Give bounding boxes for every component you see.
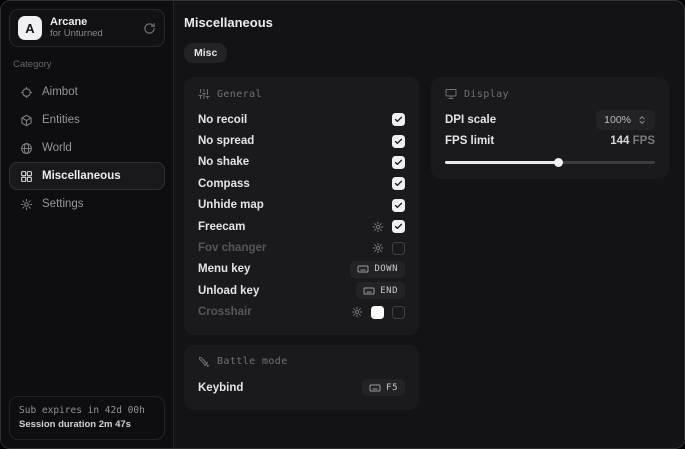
- sidebar-item-world[interactable]: World: [9, 134, 165, 162]
- crosshair-color-swatch[interactable]: [371, 306, 384, 319]
- fps-limit-value: 144 FPS: [610, 135, 655, 147]
- setting-row-fps-limit: FPS limit 144 FPS: [445, 130, 655, 151]
- battle-keybind-button[interactable]: F5: [362, 379, 405, 396]
- panel-display-title: Display: [464, 89, 509, 100]
- globe-icon: [20, 142, 33, 155]
- setting-row-unhide-map: Unhide map: [198, 195, 405, 216]
- crosshair-icon: [20, 86, 33, 99]
- unload-key-button[interactable]: END: [356, 282, 405, 299]
- fps-limit-slider[interactable]: [445, 158, 655, 167]
- setting-row-no-shake: No shake: [198, 152, 405, 173]
- session-duration-text: Session duration 2m 47s: [19, 418, 155, 432]
- app-title: Arcane: [50, 16, 135, 29]
- subscription-info: Sub expires in 42d 00h Session duration …: [9, 396, 165, 441]
- no-recoil-checkbox[interactable]: [392, 113, 405, 126]
- main-content: Miscellaneous Misc General No recoil: [174, 1, 684, 448]
- freecam-config-gear-icon[interactable]: [372, 221, 384, 233]
- panel-general-title: General: [217, 89, 262, 100]
- sidebar-item-label: Entities: [42, 114, 80, 126]
- sidebar-item-label: Aimbot: [42, 86, 78, 98]
- fov-changer-checkbox[interactable]: [392, 242, 405, 255]
- compass-checkbox[interactable]: [392, 177, 405, 190]
- sidebar-item-label: Miscellaneous: [42, 170, 121, 182]
- fov-changer-config-gear-icon[interactable]: [372, 242, 384, 254]
- setting-row-keybind: Keybind F5: [198, 377, 405, 398]
- setting-row-no-recoil: No recoil: [198, 109, 405, 130]
- panel-battle-mode: Battle mode Keybind F5: [184, 345, 419, 410]
- chevron-up-down-icon: [637, 115, 647, 125]
- tab-misc[interactable]: Misc: [184, 43, 227, 63]
- slider-fill: [445, 161, 558, 164]
- sub-expiry-text: Sub expires in 42d 00h: [19, 404, 155, 418]
- panel-display: Display DPI scale 100% FPS limit 144: [431, 77, 669, 179]
- setting-row-fov-changer: Fov changer: [198, 237, 405, 258]
- setting-row-freecam: Freecam: [198, 216, 405, 237]
- app-subtitle: for Unturned: [50, 29, 135, 40]
- keyboard-icon: [363, 285, 375, 297]
- app-window: A Arcane for Unturned Category Aimbot En…: [0, 0, 685, 449]
- sidebar-nav: Aimbot Entities World Miscellaneous Sett…: [9, 78, 165, 218]
- setting-row-compass: Compass: [198, 173, 405, 194]
- page-title: Miscellaneous: [184, 15, 669, 30]
- app-logo: A: [18, 16, 42, 40]
- freecam-checkbox[interactable]: [392, 220, 405, 233]
- gear-icon: [20, 198, 33, 211]
- unhide-map-checkbox[interactable]: [392, 199, 405, 212]
- sword-icon: [198, 356, 210, 368]
- sidebar-item-settings[interactable]: Settings: [9, 190, 165, 218]
- setting-row-no-spread: No spread: [198, 130, 405, 151]
- crosshair-checkbox[interactable]: [392, 306, 405, 319]
- sync-icon[interactable]: [143, 22, 156, 35]
- no-spread-checkbox[interactable]: [392, 135, 405, 148]
- category-label: Category: [13, 59, 161, 70]
- sidebar-item-entities[interactable]: Entities: [9, 106, 165, 134]
- monitor-icon: [445, 88, 457, 100]
- keyboard-icon: [357, 263, 369, 275]
- sidebar-item-label: World: [42, 142, 72, 154]
- keyboard-icon: [369, 382, 381, 394]
- dpi-scale-select[interactable]: 100%: [596, 110, 655, 130]
- setting-row-dpi-scale: DPI scale 100%: [445, 109, 655, 130]
- cube-icon: [20, 114, 33, 127]
- sidebar-item-label: Settings: [42, 198, 84, 210]
- panel-battle-mode-title: Battle mode: [217, 356, 288, 367]
- slider-thumb[interactable]: [554, 158, 563, 167]
- grid-icon: [20, 170, 33, 183]
- setting-row-unload-key: Unload key END: [198, 280, 405, 301]
- sidebar: A Arcane for Unturned Category Aimbot En…: [1, 1, 174, 448]
- setting-row-menu-key: Menu key DOWN: [198, 259, 405, 280]
- crosshair-config-gear-icon[interactable]: [351, 306, 363, 318]
- brand-card: A Arcane for Unturned: [9, 9, 165, 47]
- sidebar-item-aimbot[interactable]: Aimbot: [9, 78, 165, 106]
- sliders-icon: [198, 88, 210, 100]
- sidebar-item-miscellaneous[interactable]: Miscellaneous: [9, 162, 165, 190]
- panel-general: General No recoil No spread No shake: [184, 77, 419, 335]
- setting-row-crosshair: Crosshair: [198, 302, 405, 323]
- no-shake-checkbox[interactable]: [392, 156, 405, 169]
- menu-key-button[interactable]: DOWN: [350, 261, 405, 278]
- tab-bar: Misc: [184, 43, 669, 63]
